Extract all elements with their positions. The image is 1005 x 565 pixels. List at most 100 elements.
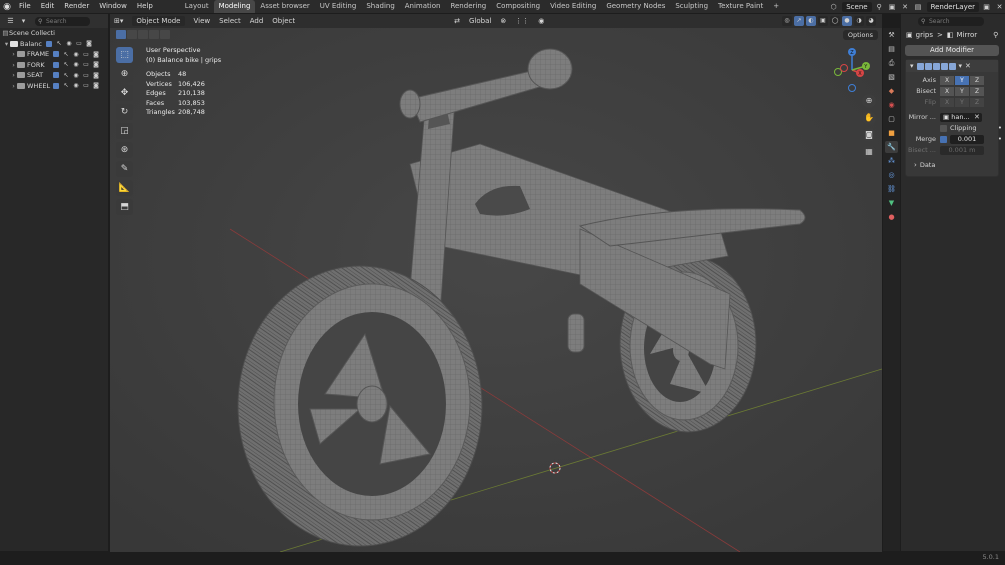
camera-icon[interactable]: ◙ (91, 51, 101, 58)
output-tab-icon[interactable]: ⎙ (885, 57, 898, 69)
tab-video-editing[interactable]: Video Editing (545, 0, 601, 13)
overlay-toggle-icon[interactable]: ◐ (806, 16, 816, 26)
select-subtract-icon[interactable] (138, 30, 148, 39)
pivot-icon[interactable]: ⊗ (500, 17, 506, 25)
object-mode-dropdown[interactable]: Object Mode (132, 16, 185, 26)
pan-hand-icon[interactable]: ✋ (862, 111, 876, 125)
render-tab-icon[interactable]: ▤ (885, 43, 898, 55)
scene-field[interactable]: Scene (842, 1, 872, 12)
include-checkbox[interactable] (53, 72, 59, 79)
tab-layout[interactable]: Layout (180, 0, 214, 13)
options-dropdown[interactable]: Options (842, 30, 878, 40)
gizmo-toggle-icon[interactable]: ↗ (794, 16, 804, 26)
menu-edit[interactable]: Edit (36, 0, 60, 13)
add-cube-tool-icon[interactable]: ⬒ (116, 199, 133, 215)
new-layer-icon[interactable]: ▣ (981, 2, 992, 12)
include-checkbox[interactable] (46, 40, 52, 47)
new-scene-icon[interactable]: ▣ (887, 2, 898, 12)
collapse-arrow-icon[interactable]: ▾ (910, 62, 914, 70)
camera-icon[interactable]: ◙ (91, 82, 101, 89)
eye-icon[interactable]: ◉ (71, 61, 81, 68)
solid-shading-icon[interactable]: ● (842, 16, 852, 26)
zoom-icon[interactable]: ⊕ (862, 94, 876, 108)
tab-shading[interactable]: Shading (361, 0, 399, 13)
select-arrow-icon[interactable]: ↖ (61, 72, 71, 79)
particles-tab-icon[interactable]: ⁂ (885, 155, 898, 167)
menu-select[interactable]: Select (219, 17, 241, 25)
menu-object[interactable]: Object (272, 17, 295, 25)
select-arrow-icon[interactable]: ↖ (61, 82, 71, 89)
rotate-tool-icon[interactable]: ↻ (116, 104, 133, 120)
move-tool-icon[interactable]: ✥ (116, 85, 133, 101)
view-layer-icon[interactable]: ▤ (913, 2, 924, 12)
edit-mode-icon[interactable] (924, 62, 932, 70)
bisect-y-button[interactable]: Y (955, 86, 969, 96)
data-tab-icon[interactable]: ▼ (885, 197, 898, 209)
tab-sculpting[interactable]: Sculpting (670, 0, 713, 13)
editor-type-icon[interactable]: ☰ (5, 16, 16, 26)
grid-view-icon[interactable]: ▦ (862, 145, 876, 159)
constraints-tab-icon[interactable]: ⛓ (885, 183, 898, 195)
menu-help[interactable]: Help (132, 0, 158, 13)
menu-view[interactable]: View (194, 17, 211, 25)
eye-icon[interactable]: ◉ (71, 51, 81, 58)
menu-window[interactable]: Window (94, 0, 132, 13)
add-workspace-button[interactable]: + (768, 0, 784, 13)
clear-icon[interactable]: ✕ (974, 113, 980, 121)
monitor-icon[interactable]: ▭ (81, 51, 91, 58)
expand-arrow-icon[interactable]: › (10, 50, 17, 58)
collection-tab-icon[interactable]: ▢ (885, 113, 898, 125)
render-display-icon[interactable] (940, 62, 948, 70)
expand-arrow-icon[interactable]: ▾ (3, 40, 10, 48)
navigation-gizmo[interactable]: Z X Y (830, 46, 874, 96)
editor-type-icon[interactable]: ⊞▾ (114, 17, 123, 25)
include-checkbox[interactable] (53, 51, 59, 58)
add-modifier-button[interactable]: Add Modifier (905, 45, 999, 56)
flip-z-button[interactable]: Z (970, 97, 984, 107)
include-checkbox[interactable] (53, 82, 59, 89)
object-tab-icon[interactable]: ■ (885, 127, 898, 139)
eye-icon[interactable]: ◉ (71, 82, 81, 89)
world-tab-icon[interactable]: ◉ (885, 99, 898, 111)
select-extend-icon[interactable] (127, 30, 137, 39)
view-layer-tab-icon[interactable]: ▧ (885, 71, 898, 83)
monitor-icon[interactable]: ▭ (81, 72, 91, 79)
select-arrow-icon[interactable]: ↖ (61, 51, 71, 58)
close-icon[interactable]: ✕ (965, 62, 971, 70)
keyframe-dot-icon[interactable]: • (998, 124, 1002, 132)
clipping-checkbox[interactable] (940, 124, 947, 132)
monitor-icon[interactable]: ▭ (81, 61, 91, 68)
select-intersect-icon[interactable] (160, 30, 170, 39)
annotate-tool-icon[interactable]: ✎ (116, 161, 133, 177)
pin-icon[interactable]: ⚲ (993, 31, 998, 39)
bisect-z-button[interactable]: Z (970, 86, 984, 96)
eye-icon[interactable]: ◉ (71, 72, 81, 79)
axis-x-button[interactable]: X (940, 75, 954, 85)
list-item[interactable]: › WHEEL ↖ ◉ ▭ ◙ (0, 81, 108, 92)
tool-tab-icon[interactable]: ⚒ (885, 29, 898, 41)
snap-icon[interactable]: ⋮⋮ (515, 17, 529, 25)
list-item[interactable]: › FORK ↖ ◉ ▭ ◙ (0, 60, 108, 71)
cursor-tool-icon[interactable]: ⊕ (116, 66, 133, 82)
eye-icon[interactable]: ◉ (64, 40, 74, 47)
transform-orientation-icon[interactable]: ⇄ (454, 17, 460, 25)
merge-distance-field[interactable]: 0.001 (950, 134, 984, 144)
list-item[interactable]: › SEAT ↖ ◉ ▭ ◙ (0, 70, 108, 81)
scene-icon[interactable]: ⬡ (828, 2, 839, 12)
viewport-display-icon[interactable] (932, 62, 940, 70)
tab-modeling[interactable]: Modeling (213, 0, 256, 13)
camera-icon[interactable]: ◙ (91, 61, 101, 68)
scene-collection-row[interactable]: ▤ Scene Collecti (0, 28, 108, 39)
modifier-header[interactable]: ▾ ▾ ✕ (906, 60, 998, 72)
3d-viewport[interactable]: ⊞▾ Object Mode View Select Add Object ⇄ … (110, 14, 882, 552)
monitor-icon[interactable]: ▭ (74, 40, 84, 47)
camera-icon[interactable]: ◙ (91, 72, 101, 79)
tab-animation[interactable]: Animation (400, 0, 446, 13)
keyframe-dot-icon[interactable]: • (998, 135, 1002, 143)
list-item[interactable]: ▾ Balanc ↖ ◉ ▭ ◙ (0, 39, 108, 50)
material-shading-icon[interactable]: ◑ (854, 16, 864, 26)
menu-render[interactable]: Render (59, 0, 94, 13)
properties-search-input[interactable]: ⚲ Search (918, 16, 984, 26)
collapse-arrow-icon[interactable]: › (914, 161, 917, 169)
select-new-icon[interactable] (116, 30, 126, 39)
